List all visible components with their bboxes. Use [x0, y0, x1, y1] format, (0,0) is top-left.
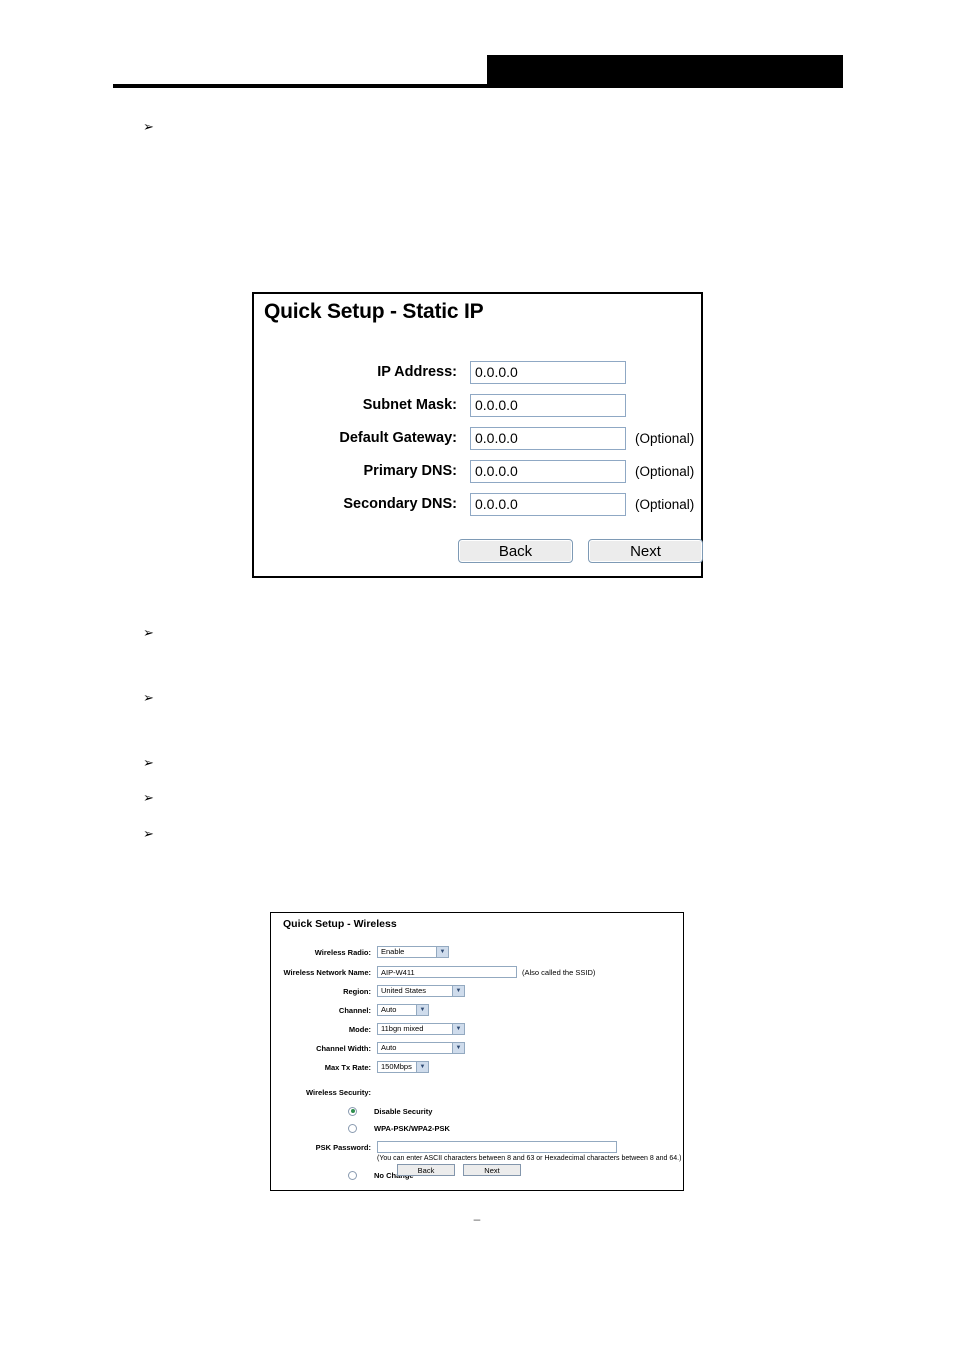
list-item: ➢: [143, 756, 843, 774]
primary-dns-note: (Optional): [635, 463, 695, 479]
region-label: Region:: [343, 986, 371, 996]
mode-select[interactable]: 11bgn mixed ▼: [377, 1023, 465, 1035]
header-redaction-block: [487, 55, 843, 86]
back-button[interactable]: Back: [397, 1164, 455, 1176]
max-tx-rate-label: Max Tx Rate:: [324, 1062, 371, 1072]
next-button[interactable]: Next: [463, 1164, 521, 1176]
chevron-down-icon[interactable]: ▼: [452, 986, 464, 996]
dialog-button-bar: Back Next: [271, 1164, 685, 1180]
region-value: United States: [381, 986, 427, 995]
form-row-secondary-dns: Secondary DNS: (Optional): [254, 491, 705, 517]
secondary-dns-label: Secondary DNS:: [343, 496, 457, 512]
list-item: ➢: [143, 120, 843, 138]
page-footer: –: [473, 1212, 481, 1226]
radio-button-disable-security[interactable]: [348, 1106, 357, 1116]
mode-control: 11bgn mixed ▼: [377, 1023, 465, 1035]
form-row-channel: Channel: Auto ▼: [271, 1002, 685, 1018]
psk-password-input[interactable]: [377, 1141, 617, 1153]
subnet-mask-label: Subnet Mask:: [362, 397, 457, 413]
dialog-title: Quick Setup - Static IP: [264, 300, 484, 323]
secondary-dns-note: (Optional): [635, 496, 695, 512]
channel-label: Channel:: [338, 1005, 371, 1015]
list-item: ➢: [143, 791, 843, 809]
chevron-down-icon[interactable]: ▼: [452, 1043, 464, 1053]
arrow-bullet-icon: ➢: [143, 791, 154, 806]
channel-width-label: Channel Width:: [316, 1043, 371, 1053]
chevron-down-icon[interactable]: ▼: [416, 1005, 428, 1015]
wireless-radio-label: Wireless Radio:: [314, 947, 371, 957]
mode-value: 11bgn mixed: [381, 1024, 424, 1033]
max-tx-rate-control: 150Mbps ▼: [377, 1061, 429, 1073]
form-row-default-gateway: Default Gateway: (Optional): [254, 425, 705, 451]
form-row-wireless-network-name: Wireless Network Name: (Also called the …: [271, 964, 685, 980]
radio-button-wpa-psk[interactable]: [348, 1123, 357, 1133]
psk-password-hint: (You can enter ASCII characters between …: [377, 1155, 682, 1162]
channel-width-value: Auto: [381, 1043, 397, 1052]
arrow-bullet-icon: ➢: [143, 626, 154, 641]
wireless-security-label: Wireless Security:: [306, 1088, 371, 1097]
list-item: ➢: [143, 827, 843, 845]
primary-dns-input[interactable]: [470, 459, 626, 483]
default-gateway-label: Default Gateway:: [339, 430, 457, 446]
form-row-region: Region: United States ▼: [271, 983, 685, 999]
region-control: United States ▼: [377, 985, 465, 997]
default-gateway-note: (Optional): [635, 430, 695, 446]
next-button[interactable]: Next: [588, 539, 703, 563]
channel-value: Auto: [381, 1005, 397, 1014]
wireless-network-name-input[interactable]: [377, 966, 517, 978]
max-tx-rate-select[interactable]: 150Mbps ▼: [377, 1061, 429, 1073]
header-divider-rule: [113, 84, 843, 88]
channel-control: Auto ▼: [377, 1004, 429, 1016]
page-header: [0, 0, 954, 100]
back-button[interactable]: Back: [458, 539, 573, 563]
max-tx-rate-value: 150Mbps: [381, 1062, 412, 1071]
form-row-max-tx-rate: Max Tx Rate: 150Mbps ▼: [271, 1059, 685, 1075]
arrow-bullet-icon: ➢: [143, 827, 154, 842]
form-row-subnet-mask: Subnet Mask:: [254, 392, 705, 418]
chevron-down-icon[interactable]: ▼: [416, 1062, 428, 1072]
list-item: ➢: [143, 626, 843, 644]
quick-setup-wireless-dialog: Quick Setup - Wireless Wireless Radio: E…: [270, 912, 684, 1191]
mode-label: Mode:: [348, 1024, 371, 1034]
subnet-mask-input[interactable]: [470, 393, 626, 417]
primary-dns-label: Primary DNS:: [363, 463, 457, 479]
list-item: ➢: [143, 691, 843, 709]
chevron-down-icon[interactable]: ▼: [452, 1024, 464, 1034]
form-row-wireless-radio: Wireless Radio: Enable ▼: [271, 944, 685, 960]
radio-slot: [271, 1123, 357, 1133]
security-option-wpa-psk[interactable]: WPA-PSK/WPA2-PSK: [271, 1121, 685, 1135]
ssid-note: (Also called the SSID): [522, 967, 596, 977]
wpa-psk-label: WPA-PSK/WPA2-PSK: [374, 1123, 450, 1133]
wireless-radio-control: Enable ▼: [377, 946, 449, 958]
wireless-radio-value: Enable: [381, 947, 405, 956]
wireless-radio-select[interactable]: Enable ▼: [377, 946, 449, 958]
form-row-primary-dns: Primary DNS: (Optional): [254, 458, 705, 484]
dialog-button-bar: Back Next: [254, 539, 705, 569]
secondary-dns-input[interactable]: [470, 492, 626, 516]
disable-security-label: Disable Security: [374, 1106, 433, 1116]
form-row-mode: Mode: 11bgn mixed ▼: [271, 1021, 685, 1037]
chevron-down-icon[interactable]: ▼: [436, 947, 448, 957]
channel-select[interactable]: Auto ▼: [377, 1004, 429, 1016]
ip-address-input[interactable]: [470, 360, 626, 384]
ip-address-label: IP Address:: [377, 364, 457, 380]
quick-setup-static-ip-dialog: Quick Setup - Static IP IP Address: Subn…: [252, 292, 703, 578]
arrow-bullet-icon: ➢: [143, 120, 154, 135]
region-select[interactable]: United States ▼: [377, 985, 465, 997]
form-row-psk-password: PSK Password:: [271, 1139, 685, 1155]
form-row-channel-width: Channel Width: Auto ▼: [271, 1040, 685, 1056]
channel-width-control: Auto ▼: [377, 1042, 465, 1054]
wireless-network-name-label: Wireless Network Name:: [283, 967, 371, 977]
default-gateway-input[interactable]: [470, 426, 626, 450]
security-option-disable-security[interactable]: Disable Security: [271, 1104, 685, 1118]
channel-width-select[interactable]: Auto ▼: [377, 1042, 465, 1054]
arrow-bullet-icon: ➢: [143, 691, 154, 706]
dialog-title: Quick Setup - Wireless: [283, 918, 397, 930]
radio-slot: [271, 1106, 357, 1116]
psk-password-control: [377, 1141, 617, 1153]
wireless-network-name-control: (Also called the SSID): [377, 966, 595, 978]
form-row-ip-address: IP Address:: [254, 359, 705, 385]
psk-password-label: PSK Password:: [315, 1142, 371, 1152]
arrow-bullet-icon: ➢: [143, 756, 154, 771]
